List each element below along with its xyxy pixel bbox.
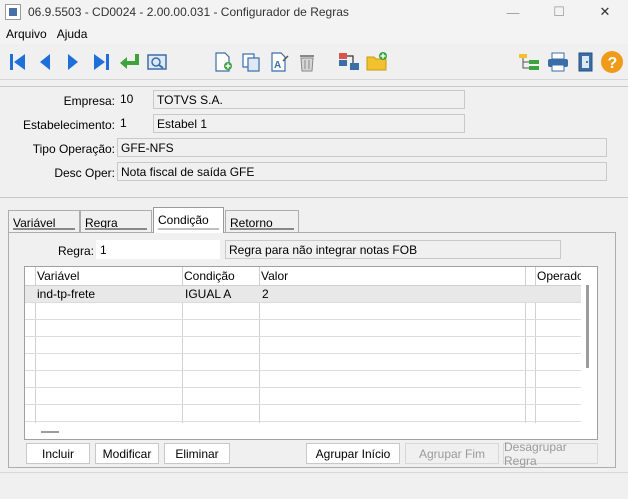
print-icon	[548, 52, 568, 72]
tree-view-icon	[519, 54, 539, 70]
new-folder-button[interactable]	[364, 49, 390, 75]
first-record-icon	[10, 54, 25, 70]
close-button[interactable]: ✕	[582, 0, 628, 24]
tab-condicao[interactable]: Condição	[153, 207, 224, 233]
cell-valor: 2	[262, 287, 269, 301]
grid-horizontal-scrollbar-thumb[interactable]	[41, 431, 59, 433]
desc-oper-field: Nota fiscal de saída GFE	[117, 162, 607, 181]
table-row-empty[interactable]	[25, 388, 597, 405]
estabelecimento-code-field[interactable]: 1	[117, 114, 151, 133]
status-bar	[0, 472, 628, 499]
delete-record-button[interactable]	[294, 49, 320, 75]
menu-arquivo[interactable]: Arquivo	[2, 27, 51, 41]
column-header-condicao[interactable]: Condição	[184, 269, 235, 283]
help-button[interactable]: ?	[599, 49, 625, 75]
table-row-empty[interactable]	[25, 320, 597, 337]
grid-header: Variável Condição Valor Operador	[25, 267, 597, 286]
maximize-button[interactable]: ☐	[536, 0, 582, 24]
grid-vertical-scrollbar[interactable]	[581, 267, 597, 439]
app-icon	[5, 4, 21, 20]
empresa-code-field[interactable]: 10	[117, 90, 151, 109]
window-title: 06.9.5503 - CD0024 - 2.00.00.031 - Confi…	[28, 5, 349, 19]
cell-condicao: IGUAL A	[185, 287, 232, 301]
modificar-button[interactable]: Modificar	[95, 443, 159, 464]
exit-button[interactable]	[573, 49, 599, 75]
previous-record-icon	[40, 54, 50, 70]
goto-button[interactable]	[116, 49, 142, 75]
menu-ajuda[interactable]: Ajuda	[53, 27, 92, 41]
rules-relation-icon	[339, 53, 359, 70]
tipo-operacao-field[interactable]: GFE-NFS	[117, 138, 607, 157]
column-header-valor[interactable]: Valor	[261, 269, 288, 283]
table-row-empty[interactable]	[25, 337, 597, 354]
copy-record-icon	[242, 53, 260, 72]
desc-oper-label: Desc Oper:	[54, 166, 115, 180]
next-record-icon	[68, 54, 78, 70]
goto-icon	[120, 54, 139, 69]
new-record-button[interactable]	[210, 49, 236, 75]
toolbar: A ?	[0, 44, 628, 80]
agrupar-inicio-button[interactable]: Agrupar Início	[306, 443, 400, 464]
exit-icon	[578, 52, 593, 72]
tab-regra[interactable]: Regra	[80, 210, 152, 232]
empresa-name-field: TOTVS S.A.	[153, 90, 465, 109]
new-record-icon	[215, 52, 232, 72]
window-controls: — ☐ ✕	[490, 0, 628, 24]
table-row-empty[interactable]	[25, 354, 597, 371]
minimize-button[interactable]: —	[490, 0, 536, 24]
next-record-button[interactable]	[60, 49, 86, 75]
print-button[interactable]	[545, 49, 571, 75]
tab-condicao-label: Condição	[158, 213, 209, 227]
estabelecimento-name-field: Estabel 1	[153, 114, 465, 133]
table-row-empty[interactable]	[25, 303, 597, 320]
rules-relation-button[interactable]	[336, 49, 362, 75]
edit-record-icon: A	[271, 52, 289, 72]
estabelecimento-label: Estabelecimento:	[22, 118, 115, 132]
title-bar: 06.9.5503 - CD0024 - 2.00.00.031 - Confi…	[0, 0, 628, 24]
conditions-grid[interactable]: Variável Condição Valor Operador ind-tp-…	[24, 266, 598, 440]
tree-view-button[interactable]	[516, 49, 542, 75]
tipo-operacao-label: Tipo Operação:	[32, 142, 115, 156]
regra-desc-field: Regra para não integrar notas FOB	[225, 240, 561, 259]
search-icon	[147, 54, 167, 70]
tab-variavel[interactable]: Variável	[8, 210, 80, 232]
regra-label: Regra:	[57, 244, 94, 258]
menu-bar: Arquivo Ajuda	[0, 24, 628, 44]
column-header-variavel[interactable]: Variável	[37, 269, 79, 283]
edit-record-button[interactable]: A	[266, 49, 292, 75]
previous-record-button[interactable]	[32, 49, 58, 75]
delete-record-icon	[300, 55, 314, 72]
regra-code-field[interactable]: 1	[96, 240, 220, 259]
table-row-empty[interactable]	[25, 371, 597, 388]
svg-text:?: ?	[608, 55, 618, 72]
agrupar-fim-button[interactable]: Agrupar Fim	[405, 443, 499, 464]
table-row-empty[interactable]	[25, 405, 597, 422]
desagrupar-regra-button[interactable]: Desagrupar Regra	[503, 440, 598, 468]
tab-retorno[interactable]: Retorno	[225, 210, 299, 232]
first-record-button[interactable]	[5, 49, 31, 75]
last-record-icon	[94, 54, 109, 70]
eliminar-button[interactable]: Eliminar	[164, 443, 230, 464]
help-icon: ?	[601, 51, 623, 73]
table-row[interactable]: ind-tp-frete IGUAL A 2	[25, 286, 597, 303]
new-folder-icon	[366, 52, 387, 71]
svg-text:A: A	[274, 60, 281, 71]
search-button[interactable]	[144, 49, 170, 75]
last-record-button[interactable]	[88, 49, 114, 75]
incluir-button[interactable]: Incluir	[26, 443, 90, 464]
empresa-label: Empresa:	[63, 94, 115, 108]
copy-record-button[interactable]	[238, 49, 264, 75]
cell-variavel: ind-tp-frete	[37, 287, 96, 301]
scrollbar-thumb[interactable]	[586, 285, 589, 368]
